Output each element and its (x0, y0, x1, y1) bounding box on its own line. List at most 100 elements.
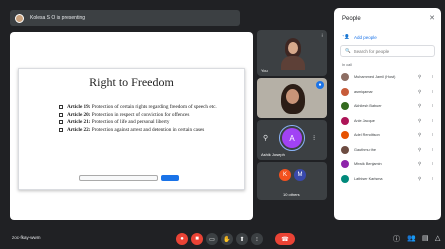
bullet-icon (59, 112, 63, 117)
more-options-icon: ⁝ (256, 236, 258, 243)
more-options-icon[interactable]: ⁝ (432, 176, 433, 182)
participant-tile-ashik[interactable]: ⚲ A ⁝ Ashik Joseph (257, 120, 327, 160)
add-people-button[interactable]: ⁺👤 Add people (342, 34, 377, 40)
participant-avatar-m: M (294, 169, 306, 181)
more-options-icon[interactable]: ⁝ (313, 134, 315, 142)
pin-icon[interactable]: ⚲ (418, 118, 421, 124)
person-row[interactable]: Gauthmu the ⚲ ⁝ (338, 143, 440, 158)
tile-name: Ashik Joseph (261, 152, 285, 157)
participant-face (286, 89, 299, 104)
close-icon[interactable]: ✕ (429, 14, 435, 22)
person-row[interactable]: Akhilesh Babuer ⚲ ⁝ (338, 99, 440, 114)
pin-icon[interactable]: ⚲ (418, 147, 421, 153)
person-avatar (341, 131, 349, 140)
search-input[interactable] (353, 48, 424, 54)
add-person-icon: ⁺👤 (342, 34, 350, 39)
info-icon[interactable]: ⓘ (393, 234, 400, 244)
people-icon[interactable]: 👥 (407, 234, 416, 242)
person-name: Gauthmu the (354, 147, 376, 152)
bullet-icon (59, 120, 63, 125)
end-call-icon: ☎ (281, 236, 289, 243)
person-row[interactable]: Anle Jacque ⚲ ⁝ (338, 114, 440, 129)
person-name: Muhammed Jamil (Host) (354, 75, 396, 80)
person-avatar (341, 145, 349, 154)
participant-face (288, 42, 298, 54)
pin-icon[interactable]: ⚲ (418, 161, 421, 167)
others-count: 10 others (283, 192, 300, 197)
pin-icon[interactable]: ⚲ (418, 89, 421, 95)
person-name: Adel Renditson (354, 133, 380, 138)
person-row[interactable]: Lathiser Karlsma ⚲ ⁝ (338, 172, 440, 187)
pin-icon[interactable]: ⚲ (418, 74, 421, 80)
presenting-bar[interactable]: Kolesa S O is presenting (10, 10, 240, 26)
more-options-icon[interactable]: ⁝ (432, 132, 433, 138)
person-avatar (341, 73, 349, 82)
bullet-icon (59, 105, 63, 109)
more-options-button[interactable]: ⁝ (251, 233, 263, 245)
more-options-icon[interactable]: ⁝ (432, 161, 433, 167)
presentation-slide: Right to Freedom Article 19: Protection … (18, 68, 245, 190)
end-call-button[interactable]: ☎ (275, 233, 295, 245)
presenter-avatar (15, 13, 24, 23)
people-search[interactable]: 🔍 (340, 45, 435, 57)
person-row[interactable]: Adel Renditson ⚲ ⁝ (338, 128, 440, 143)
participant-tile-you[interactable]: ⁝ You (257, 30, 327, 76)
person-name: asmiqamar (354, 89, 373, 94)
person-avatar (341, 102, 349, 111)
tile-menu-icon[interactable]: ⁝ (321, 33, 323, 39)
pin-icon[interactable]: ⚲ (418, 176, 421, 182)
participant-tile-video[interactable]: ● (257, 78, 327, 118)
meeting-code: zoc-fkay-wwm (12, 235, 41, 240)
present-button[interactable]: ⬆ (236, 233, 248, 245)
panel-title: People (342, 16, 361, 22)
participant-body (281, 56, 305, 70)
person-row[interactable]: asmiqamar ⚲ ⁝ (338, 85, 440, 100)
search-icon: 🔍 (345, 48, 351, 53)
participant-avatar-k: K (279, 169, 291, 181)
mic-off-button[interactable]: ● (176, 233, 188, 245)
hand-icon: ✋ (223, 236, 231, 243)
person-row[interactable]: Mhwik Benjamin ⚲ ⁝ (338, 157, 440, 172)
camera-off-button[interactable]: ■ (191, 233, 203, 245)
bullet-icon (59, 127, 63, 132)
meet-window: Kolesa S O is presenting Right to Freedo… (0, 0, 445, 249)
person-avatar (341, 116, 349, 125)
more-options-icon[interactable]: ⁝ (432, 103, 433, 109)
slide-bullet-list: Article 19: Protection of certain rights… (59, 104, 234, 134)
presenting-text: Kolesa S O is presenting (30, 15, 86, 21)
person-name: Anle Jacque (354, 118, 375, 123)
more-options-icon[interactable]: ⁝ (432, 147, 433, 153)
tile-name: You (261, 68, 268, 73)
slide-bullet: Article 21: Protection of life and perso… (59, 119, 234, 126)
slide-title: Right to Freedom (89, 75, 174, 89)
mic-off-icon: ● (180, 236, 184, 242)
activities-icon[interactable]: △ (435, 234, 440, 242)
pin-icon[interactable]: ⚲ (418, 132, 421, 138)
pin-icon[interactable]: ⚲ (418, 103, 421, 109)
captions-button[interactable]: ▭ (206, 233, 218, 245)
participant-tile-others[interactable]: K M 10 others (257, 162, 327, 200)
raise-hand-button[interactable]: ✋ (221, 233, 233, 245)
more-options-icon[interactable]: ⁝ (432, 89, 433, 95)
person-avatar (341, 87, 349, 96)
person-name: Mhwik Benjamin (354, 162, 382, 167)
in-call-label: In call (342, 63, 352, 67)
add-people-label: Add people (353, 34, 377, 40)
slide-footer-input (79, 175, 158, 181)
person-row[interactable]: Muhammed Jamil (Host) ⚲ ⁝ (338, 70, 440, 85)
pin-icon[interactable]: ⚲ (263, 134, 268, 142)
chat-icon[interactable]: ▤ (422, 234, 429, 242)
shared-screen: Right to Freedom Article 19: Protection … (10, 32, 253, 220)
more-options-icon[interactable]: ⁝ (432, 118, 433, 124)
slide-footer-button (161, 175, 179, 181)
participant-avatar: A (282, 128, 302, 148)
slide-bullet: Article 19: Protection of certain rights… (59, 104, 234, 111)
slide-bullet: Article 20: Protection in respect of con… (59, 112, 234, 119)
person-name: Akhilesh Babuer (354, 104, 382, 109)
slide-bullet: Article 22: Protection against arrest an… (59, 127, 234, 134)
person-avatar (341, 160, 349, 169)
captions-icon: ▭ (209, 236, 215, 243)
people-list: Muhammed Jamil (Host) ⚲ ⁝ asmiqamar ⚲ ⁝ Akhi… (338, 70, 440, 186)
more-options-icon[interactable]: ⁝ (432, 74, 433, 80)
slide-footer-controls (79, 175, 179, 181)
